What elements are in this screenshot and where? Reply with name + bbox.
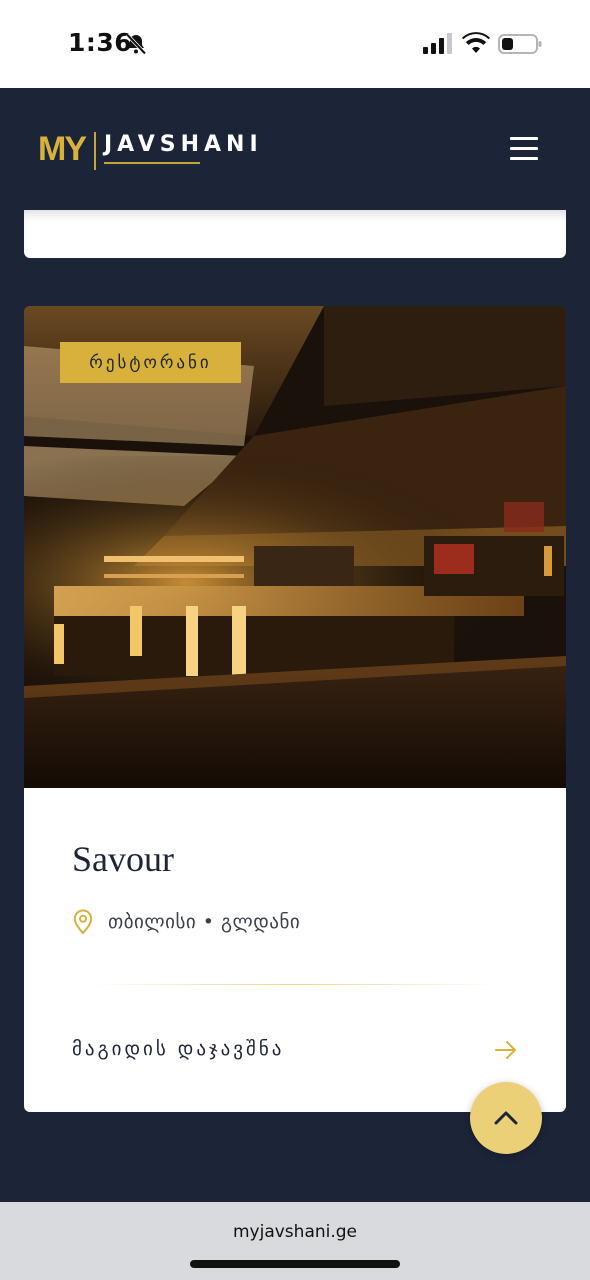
logo-mark: MY [38, 130, 87, 168]
home-indicator[interactable] [190, 1260, 400, 1268]
browser-address-bar: myjavshani.ge [0, 1202, 590, 1280]
arrow-right-icon [495, 1041, 516, 1059]
status-time: 1:36 [68, 28, 133, 57]
restaurant-name[interactable]: Savour [72, 838, 174, 880]
logo-text: JAVSHANI [104, 132, 263, 157]
book-table-label: მაგიდის დაჯავშნა [72, 1038, 285, 1060]
location-text: თბილისი • გლდანი [108, 911, 301, 933]
bell-slash-icon [125, 33, 147, 55]
restaurant-photo[interactable]: რესტორანი [24, 306, 566, 788]
previous-card[interactable] [24, 210, 566, 258]
cellular-signal-icon [423, 33, 452, 54]
logo-divider [94, 132, 96, 170]
site-logo[interactable]: MY JAVSHANI [38, 128, 278, 178]
restaurant-location: თბილისი • გლდანი [72, 908, 300, 936]
logo-underline [104, 162, 200, 164]
category-tag: რესტორანი [60, 342, 241, 383]
restaurant-card[interactable]: რესტორანი Savour თბილისი • გლდანი მაგიდი… [24, 306, 566, 1112]
battery-icon [498, 34, 542, 54]
chevron-up-icon [494, 1111, 518, 1125]
scroll-to-top-button[interactable] [470, 1082, 542, 1154]
card-divider [90, 984, 500, 985]
map-pin-icon [73, 909, 93, 935]
hamburger-menu-icon[interactable] [504, 132, 544, 166]
site-header: MY JAVSHANI [0, 88, 590, 210]
wifi-icon [462, 32, 490, 53]
url-field[interactable]: myjavshani.ge [0, 1222, 590, 1242]
book-table-link[interactable]: მაგიდის დაჯავშნა [72, 1036, 518, 1066]
status-bar: 1:36 [0, 0, 590, 88]
